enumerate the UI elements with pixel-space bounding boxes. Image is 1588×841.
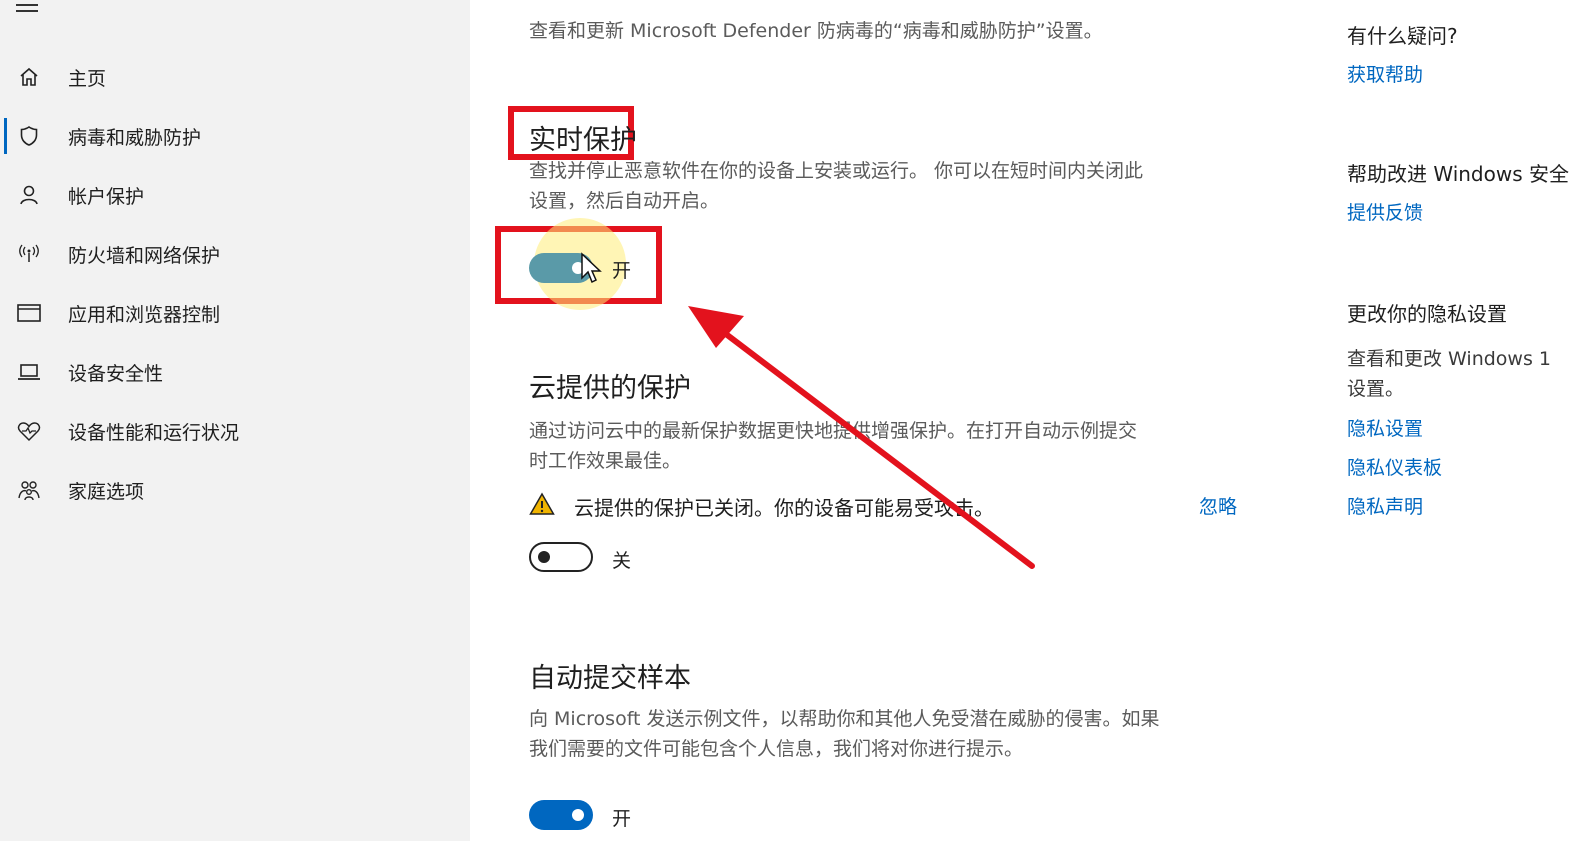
sidebar-item-app-browser[interactable]: 应用和浏览器控制 xyxy=(0,291,470,335)
sidebar-item-label: 家庭选项 xyxy=(68,480,145,503)
sidebar-item-family-options[interactable]: 家庭选项 xyxy=(0,468,470,512)
realtime-protection-desc-line2: 设置，然后自动开启。 xyxy=(529,190,720,212)
sidebar-item-label: 帐户保护 xyxy=(68,185,145,208)
sample-submission-desc-line2: 我们需要的文件可能包含个人信息，我们将对你进行提示。 xyxy=(529,738,1024,760)
realtime-protection-title: 实时保护 xyxy=(529,125,637,156)
family-icon xyxy=(17,478,41,502)
sidebar: 主页 病毒和威胁防护 帐户保护 防火墙和网络保护 应用和浏览器控制 设备安全性 xyxy=(0,0,470,841)
sidebar-item-virus-protection[interactable]: 病毒和威胁防护 xyxy=(0,114,470,158)
privacy-dashboard-link[interactable]: 隐私仪表板 xyxy=(1347,453,1442,480)
sidebar-item-label: 病毒和威胁防护 xyxy=(68,126,202,149)
home-icon xyxy=(17,65,41,89)
sidebar-item-label: 设备性能和运行状况 xyxy=(68,421,240,444)
dismiss-link[interactable]: 忽略 xyxy=(1199,492,1237,519)
sidebar-item-account-protection[interactable]: 帐户保护 xyxy=(0,173,470,217)
warning-icon xyxy=(529,492,555,515)
privacy-title: 更改你的隐私设置 xyxy=(1347,302,1507,326)
realtime-protection-state: 开 xyxy=(612,260,632,282)
privacy-desc-line2: 设置。 xyxy=(1347,378,1405,400)
sample-submission-desc: 向 Microsoft 发送示例文件，以帮助你和其他人免受潜在威胁的侵害。如果 xyxy=(529,708,1160,730)
cloud-protection-desc-line2: 时工作效果最佳。 xyxy=(529,450,682,472)
sample-submission-title: 自动提交样本 xyxy=(529,663,691,694)
question-title: 有什么疑问? xyxy=(1347,24,1458,48)
sample-submission-toggle[interactable] xyxy=(529,800,593,830)
sidebar-item-home[interactable]: 主页 xyxy=(0,55,470,99)
realtime-protection-desc: 查找并停止恶意软件在你的设备上安装或运行。 你可以在短时间内关闭此 xyxy=(529,160,1144,182)
privacy-desc: 查看和更改 Windows 1 xyxy=(1347,348,1551,370)
toggle-knob xyxy=(572,809,584,821)
page-intro: 查看和更新 Microsoft Defender 防病毒的“病毒和威胁防护”设置… xyxy=(529,20,1103,42)
improve-windows-title: 帮助改进 Windows 安全 xyxy=(1347,162,1569,186)
person-icon xyxy=(17,183,41,207)
shield-icon xyxy=(17,124,41,148)
feedback-link[interactable]: 提供反馈 xyxy=(1347,198,1423,225)
right-panel: 有什么疑问? 获取帮助 帮助改进 Windows 安全 提供反馈 更改你的隐私设… xyxy=(1300,0,1588,841)
wireless-icon xyxy=(17,242,41,266)
active-indicator xyxy=(4,118,7,154)
get-help-link[interactable]: 获取帮助 xyxy=(1347,60,1423,87)
sidebar-item-device-security[interactable]: 设备安全性 xyxy=(0,350,470,394)
privacy-statement-link[interactable]: 隐私声明 xyxy=(1347,492,1423,519)
sidebar-item-label: 防火墙和网络保护 xyxy=(68,244,221,267)
hamburger-menu-icon[interactable] xyxy=(16,0,38,14)
annotation-arrow xyxy=(688,306,1035,569)
sidebar-item-label: 主页 xyxy=(68,67,107,90)
mouse-cursor-icon xyxy=(581,252,602,284)
heart-pulse-icon xyxy=(17,419,41,443)
sidebar-item-device-performance[interactable]: 设备性能和运行状况 xyxy=(0,409,470,453)
sidebar-item-label: 设备安全性 xyxy=(68,362,164,385)
sidebar-item-label: 应用和浏览器控制 xyxy=(68,303,221,326)
cloud-protection-toggle[interactable] xyxy=(529,542,593,572)
toggle-knob xyxy=(538,551,550,563)
laptop-icon xyxy=(17,360,41,384)
cloud-protection-state: 关 xyxy=(612,550,632,572)
privacy-settings-link[interactable]: 隐私设置 xyxy=(1347,414,1423,441)
browser-window-icon xyxy=(17,301,41,325)
cloud-protection-title: 云提供的保护 xyxy=(529,373,691,404)
sample-submission-state: 开 xyxy=(612,808,632,830)
sidebar-item-firewall[interactable]: 防火墙和网络保护 xyxy=(0,232,470,276)
